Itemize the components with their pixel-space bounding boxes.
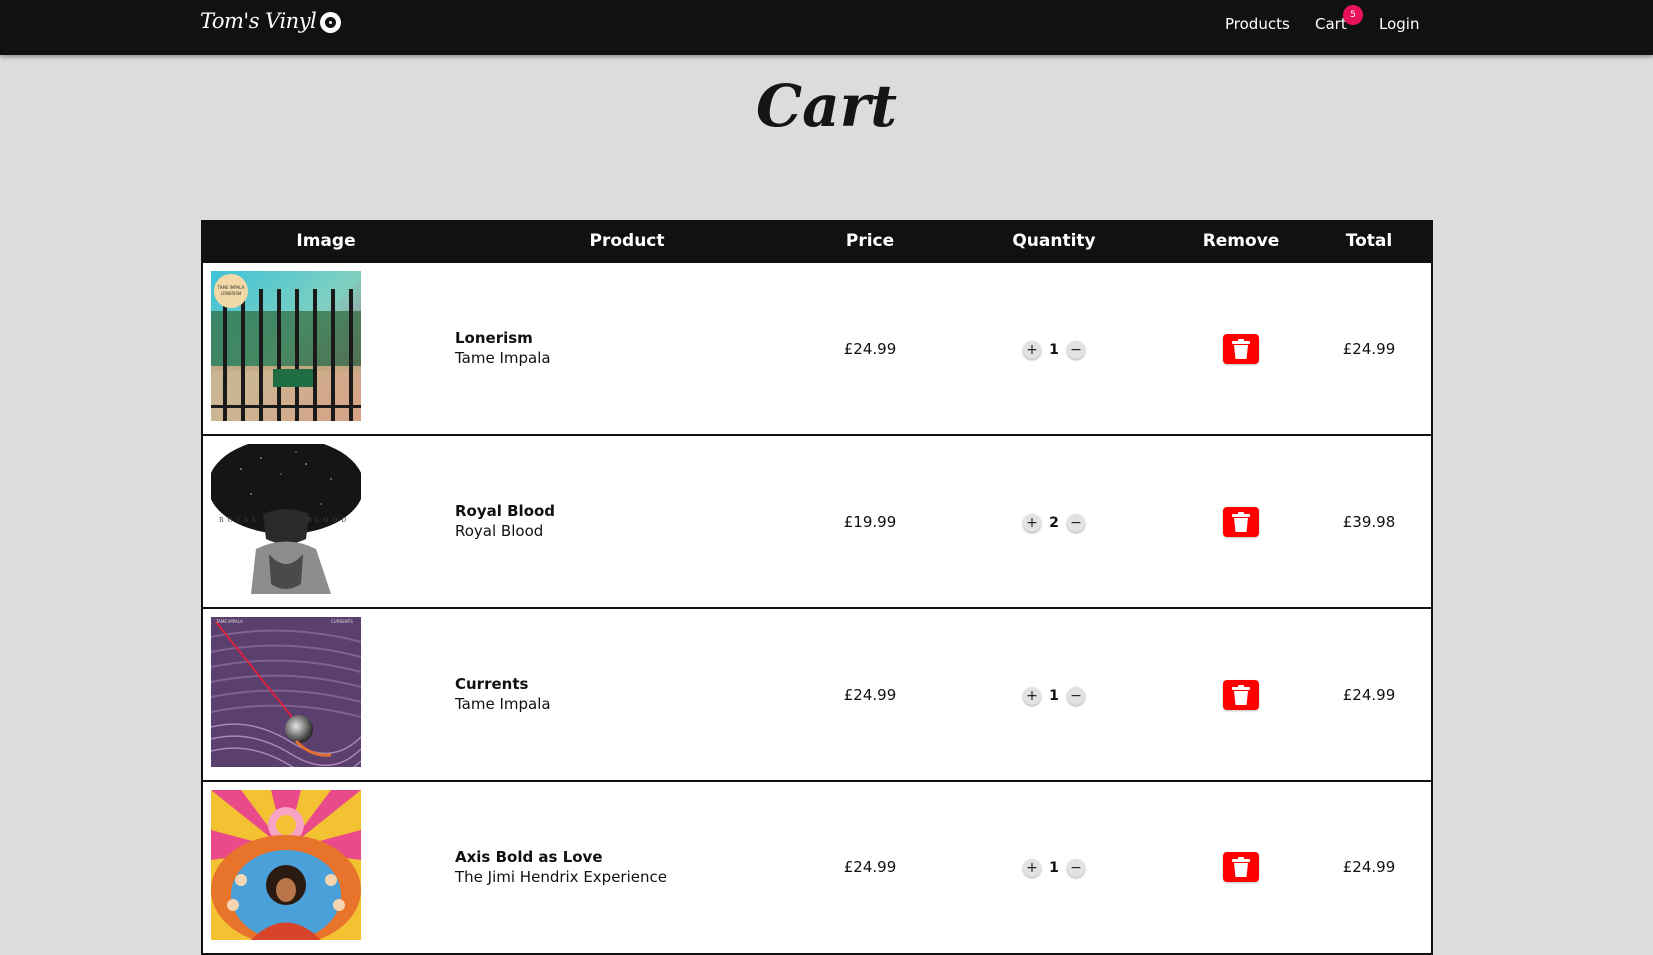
cover-text: ROYAL <box>219 517 260 524</box>
row-total: £39.98 <box>1342 513 1396 531</box>
product-artist: Tame Impala <box>455 349 551 367</box>
nav-products-link[interactable]: Products <box>1225 15 1290 33</box>
nav-login-link[interactable]: Login <box>1379 15 1419 33</box>
cover-text: BLOOD <box>307 517 350 524</box>
trash-icon <box>1232 857 1250 877</box>
row-total: £24.99 <box>1342 686 1396 704</box>
header-remove: Remove <box>1202 231 1280 251</box>
page-title: Cart <box>755 72 898 140</box>
product-title[interactable]: Lonerism <box>455 329 533 347</box>
brand-name: Tom's Vinyl <box>200 9 317 33</box>
remove-button[interactable] <box>1223 680 1259 710</box>
quantity-stepper: + 2 − <box>1023 514 1085 532</box>
quantity-value: 1 <box>1049 688 1059 704</box>
quantity-stepper: + 1 − <box>1023 859 1085 877</box>
remove-button[interactable] <box>1223 852 1259 882</box>
plus-icon[interactable]: + <box>1023 859 1041 877</box>
table-row: ROYAL BLOOD Royal Blood Royal Blood £19.… <box>203 434 1431 607</box>
header-total: Total <box>1345 231 1393 251</box>
row-total: £24.99 <box>1342 858 1396 876</box>
product-price: £24.99 <box>843 858 897 876</box>
quantity-stepper: + 1 − <box>1023 341 1085 359</box>
row-total: £24.99 <box>1342 340 1396 358</box>
album-cover-lonerism: TAME IMPALA LONERISM <box>211 271 361 421</box>
album-cover-royal-blood: ROYAL BLOOD <box>211 444 361 594</box>
minus-icon[interactable]: − <box>1067 514 1085 532</box>
header-image: Image <box>296 231 356 251</box>
header-product: Product <box>589 231 665 251</box>
header-quantity: Quantity <box>1012 231 1096 251</box>
trash-icon <box>1232 685 1250 705</box>
plus-icon[interactable]: + <box>1023 341 1041 359</box>
table-header: Image Product Price Quantity Remove Tota… <box>203 220 1431 263</box>
product-price: £24.99 <box>843 340 897 358</box>
product-artist: Tame Impala <box>455 695 551 713</box>
trash-icon <box>1232 339 1250 359</box>
table-row: TAME IMPALA LONERISM Lonerism Tame Impal… <box>203 263 1431 434</box>
product-title[interactable]: Currents <box>455 675 528 693</box>
quantity-value: 1 <box>1049 342 1059 358</box>
cart-table: Image Product Price Quantity Remove Tota… <box>201 220 1433 955</box>
minus-icon[interactable]: − <box>1067 687 1085 705</box>
remove-button[interactable] <box>1223 334 1259 364</box>
table-row: Axis Bold as Love The Jimi Hendrix Exper… <box>203 780 1431 953</box>
product-artist: The Jimi Hendrix Experience <box>455 868 667 886</box>
trash-icon <box>1232 512 1250 532</box>
nav-cart-link[interactable]: Cart <box>1315 15 1347 33</box>
cover-text: LONERISM <box>221 291 242 296</box>
plus-icon[interactable]: + <box>1023 514 1041 532</box>
cart-count-badge: 5 <box>1343 5 1363 25</box>
product-price: £24.99 <box>843 686 897 704</box>
minus-icon[interactable]: − <box>1067 341 1085 359</box>
header-price: Price <box>845 231 895 251</box>
quantity-value: 2 <box>1049 515 1059 531</box>
quantity-stepper: + 1 − <box>1023 687 1085 705</box>
quantity-value: 1 <box>1049 860 1059 876</box>
album-cover-axis-bold-as-love <box>211 790 361 940</box>
cover-text: TAME IMPALA <box>215 619 243 624</box>
cover-text: TAME IMPALA <box>217 285 245 290</box>
brand-logo[interactable]: Tom's Vinyl <box>200 9 342 33</box>
vinyl-record-icon <box>320 11 342 33</box>
table-row: TAME IMPALA CURRENTS Currents Tame Impal… <box>203 607 1431 780</box>
product-price: £19.99 <box>843 513 897 531</box>
plus-icon[interactable]: + <box>1023 687 1041 705</box>
product-title[interactable]: Royal Blood <box>455 502 555 520</box>
product-artist: Royal Blood <box>455 522 544 540</box>
product-title[interactable]: Axis Bold as Love <box>455 848 603 866</box>
navbar: Tom's Vinyl Products Cart 5 Login <box>0 0 1653 55</box>
remove-button[interactable] <box>1223 507 1259 537</box>
album-cover-currents: TAME IMPALA CURRENTS <box>211 617 361 767</box>
cover-text: CURRENTS <box>331 619 353 624</box>
minus-icon[interactable]: − <box>1067 859 1085 877</box>
